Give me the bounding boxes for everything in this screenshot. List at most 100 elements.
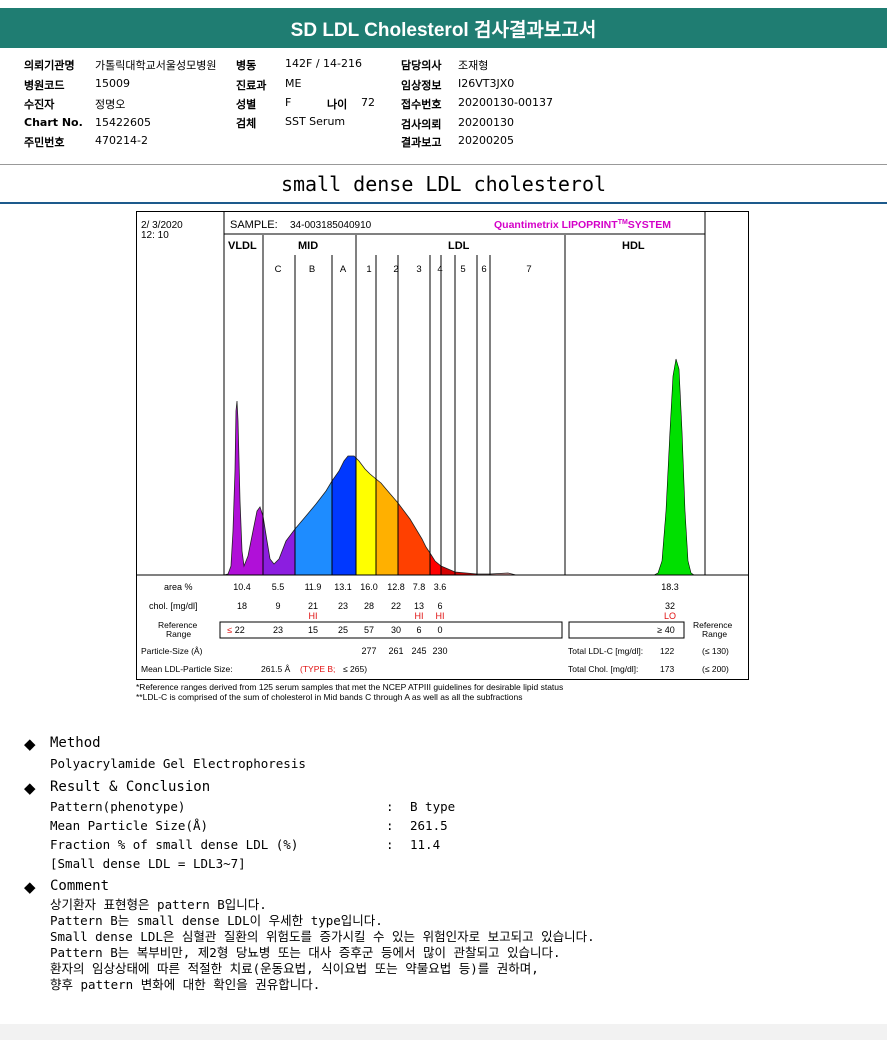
- brand-logo: Quantimetrix LIPOPRINTTMSYSTEM: [494, 219, 671, 231]
- total-chol-ref: (≤ 200): [702, 664, 729, 674]
- info-value: 15009: [95, 77, 130, 90]
- info-value: 조재형: [458, 59, 489, 72]
- diamond-bullet-icon: ◆: [24, 735, 36, 753]
- chart-time: 12: 10: [141, 230, 169, 241]
- row-label-area: area %: [164, 582, 193, 592]
- result-note: [Small dense LDL = LDL3~7]: [50, 856, 246, 871]
- section-title: small dense LDL cholesterol: [280, 172, 607, 196]
- info-value: 15422605: [95, 116, 151, 129]
- diamond-bullet-icon: ◆: [24, 878, 36, 896]
- particle-size-value: 245: [411, 646, 426, 656]
- group-label-vldl: VLDL: [228, 240, 257, 252]
- info-value: 20200130: [458, 116, 514, 129]
- result-heading: Result & Conclusion: [50, 779, 211, 795]
- comment-line: Small dense LDL은 심혈관 질환의 위험도를 증가시킬 수 있는 …: [50, 929, 595, 944]
- info-value: ME: [285, 77, 302, 90]
- group-label-hdl: HDL: [622, 240, 645, 252]
- note-line: **LDL-C is comprised of the sum of chole…: [136, 692, 523, 702]
- chol-value: 28: [364, 601, 374, 611]
- band-label-6: 6: [481, 264, 486, 275]
- result-colon: :: [386, 818, 394, 833]
- divider: [0, 202, 887, 204]
- chol-value: 9: [275, 601, 280, 611]
- comment-line: 향후 pattern 변화에 대한 확인을 권유합니다.: [50, 977, 321, 992]
- band-label-c: C: [275, 264, 282, 275]
- total-chol-value: 173: [660, 664, 674, 674]
- note-line: *Reference ranges derived from 125 serum…: [136, 682, 564, 692]
- mean-type: (TYPE B;: [300, 664, 335, 674]
- area-value: 3.6: [434, 582, 447, 592]
- lipoprint-chart: 2/ 3/2020 12: 10 SAMPLE: 34-003185040910…: [136, 211, 749, 680]
- ref-range-value: 57: [364, 625, 374, 635]
- info-label: 주민번호: [24, 136, 65, 149]
- area-value: 18.3: [661, 582, 679, 592]
- band-label-a: A: [340, 264, 347, 275]
- diamond-bullet-icon: ◆: [24, 779, 36, 797]
- band-label-4: 4: [437, 264, 442, 275]
- flag-hi: HI: [436, 611, 445, 621]
- total-chol-label: Total Chol. [mg/dl]:: [568, 664, 638, 674]
- method-text: Polyacrylamide Gel Electrophoresis: [50, 756, 306, 771]
- flag-hi: HI: [309, 611, 318, 621]
- info-label: 담당의사: [401, 59, 442, 72]
- band-label-3: 3: [416, 264, 421, 275]
- area-value: 13.1: [334, 582, 352, 592]
- method-heading: Method: [50, 735, 101, 751]
- band-label-7: 7: [526, 264, 531, 275]
- group-label-mid: MID: [298, 240, 318, 252]
- area-value: 5.5: [272, 582, 285, 592]
- info-label: Chart No.: [24, 116, 83, 129]
- group-label-ldl: LDL: [448, 240, 470, 252]
- total-ldl-label: Total LDL-C [mg/dl]:: [568, 646, 643, 656]
- info-value: 정명오: [95, 98, 126, 111]
- info-label: 나이: [327, 98, 348, 111]
- ref-range-value: 6: [416, 625, 421, 635]
- info-label: 임상정보: [401, 79, 442, 92]
- info-value: 142F / 14-216: [285, 57, 362, 70]
- result-value: 261.5: [410, 818, 448, 833]
- result-label: Pattern(phenotype): [50, 799, 186, 814]
- area-value: 16.0: [360, 582, 378, 592]
- comment-line: Pattern B는 small dense LDL이 우세한 type입니다.: [50, 913, 383, 928]
- chol-value: 32: [665, 601, 675, 611]
- info-value: SST Serum: [285, 115, 346, 128]
- info-label: 검체: [236, 117, 257, 130]
- comment-line: 상기환자 표현형은 pattern B입니다.: [50, 897, 267, 912]
- ref-range-value: 25: [338, 625, 348, 635]
- info-label: 병동: [236, 59, 257, 72]
- divider: [0, 164, 887, 165]
- result-value: 11.4: [410, 837, 441, 852]
- info-label: 접수번호: [401, 98, 442, 111]
- info-label: 결과보고: [401, 136, 442, 149]
- ref-range-value: 23: [273, 625, 283, 635]
- info-value: I26VT3JX0: [458, 77, 515, 90]
- particle-size-value: 261: [388, 646, 403, 656]
- ref-range-value: ≤ 22: [227, 625, 244, 635]
- result-colon: :: [386, 799, 394, 814]
- row-label-mean: Mean LDL-Particle Size:: [141, 664, 233, 674]
- info-value: 20200205: [458, 134, 514, 147]
- band-label-5: 5: [460, 264, 465, 275]
- total-ldl-ref: (≤ 130): [702, 646, 729, 656]
- info-label: 성별: [236, 98, 257, 111]
- chart-notes: *Reference ranges derived from 125 serum…: [136, 682, 563, 702]
- row-label-psize: Particle-Size (Å): [141, 646, 203, 656]
- ref-range-value: 30: [391, 625, 401, 635]
- flag-hi: HI: [415, 611, 424, 621]
- chol-value: 23: [338, 601, 348, 611]
- comment-line: Pattern B는 복부비만, 제2형 당뇨병 또는 대사 증후군 등에서 많…: [50, 945, 561, 960]
- mean-size-value: 261.5 Å: [261, 664, 291, 674]
- info-label: 수진자: [24, 98, 55, 111]
- result-value: B type: [410, 799, 456, 814]
- chol-value: 13: [414, 601, 424, 611]
- info-label: 병원코드: [24, 79, 65, 92]
- ref-range-value: 15: [308, 625, 318, 635]
- sample-id: 34-003185040910: [290, 220, 372, 231]
- chol-value: 21: [308, 601, 318, 611]
- area-value: 7.8: [413, 582, 426, 592]
- band-label-2: 2: [393, 264, 398, 275]
- result-label: Fraction % of small dense LDL (%): [50, 837, 299, 852]
- result-colon: :: [386, 837, 394, 852]
- result-label: Mean Particle Size(Å): [50, 818, 209, 833]
- chol-value: 22: [391, 601, 401, 611]
